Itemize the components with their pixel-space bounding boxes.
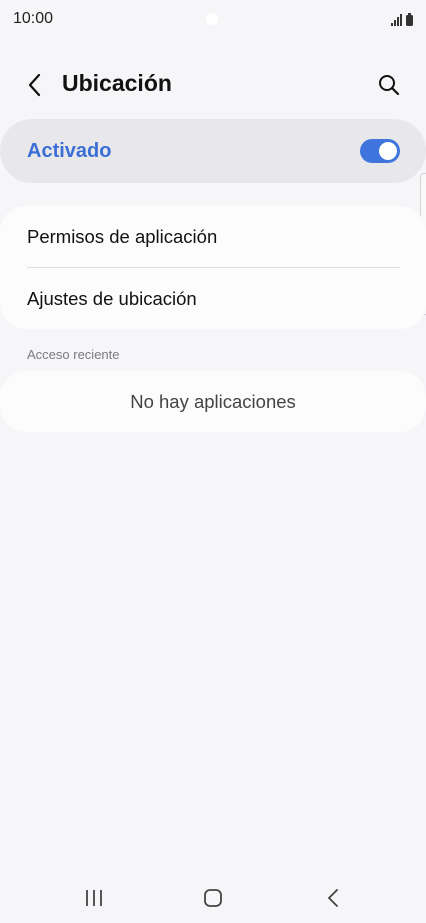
list-item-label: Permisos de aplicación (27, 226, 218, 247)
list-item-label: Ajustes de ubicación (27, 288, 197, 309)
location-master-switch[interactable]: Activado (0, 119, 426, 183)
search-icon (379, 75, 400, 96)
recent-access-card: No hay aplicaciones (0, 371, 426, 432)
search-button[interactable] (372, 68, 406, 102)
back-button[interactable] (18, 68, 52, 102)
page-title: Ubicación (62, 70, 172, 96)
empty-state-text: No hay aplicaciones (130, 391, 296, 412)
home-button[interactable] (193, 883, 233, 913)
battery-icon (406, 13, 413, 26)
back-icon (328, 889, 338, 907)
toggle-knob (379, 142, 397, 160)
nav-back-button[interactable] (313, 883, 353, 913)
chevron-left-icon (28, 73, 41, 97)
navigation-bar (0, 873, 426, 923)
recents-icon (86, 890, 102, 906)
list-item-location-settings[interactable]: Ajustes de ubicación (0, 268, 426, 329)
status-icons (391, 12, 413, 26)
location-settings-card: Permisos de aplicación Ajustes de ubicac… (0, 206, 426, 329)
app-header: Ubicación (0, 58, 426, 110)
camera-cutout (206, 13, 218, 25)
status-time: 10:00 (13, 10, 54, 27)
status-bar: 10:00 (0, 0, 426, 40)
signal-icon (391, 14, 402, 26)
recents-button[interactable] (74, 883, 114, 913)
home-icon (204, 889, 222, 907)
section-header-recent-access: Acceso reciente (27, 347, 120, 362)
location-toggle[interactable] (360, 139, 400, 163)
list-item-app-permissions[interactable]: Permisos de aplicación (0, 206, 426, 267)
master-switch-label: Activado (27, 140, 112, 162)
